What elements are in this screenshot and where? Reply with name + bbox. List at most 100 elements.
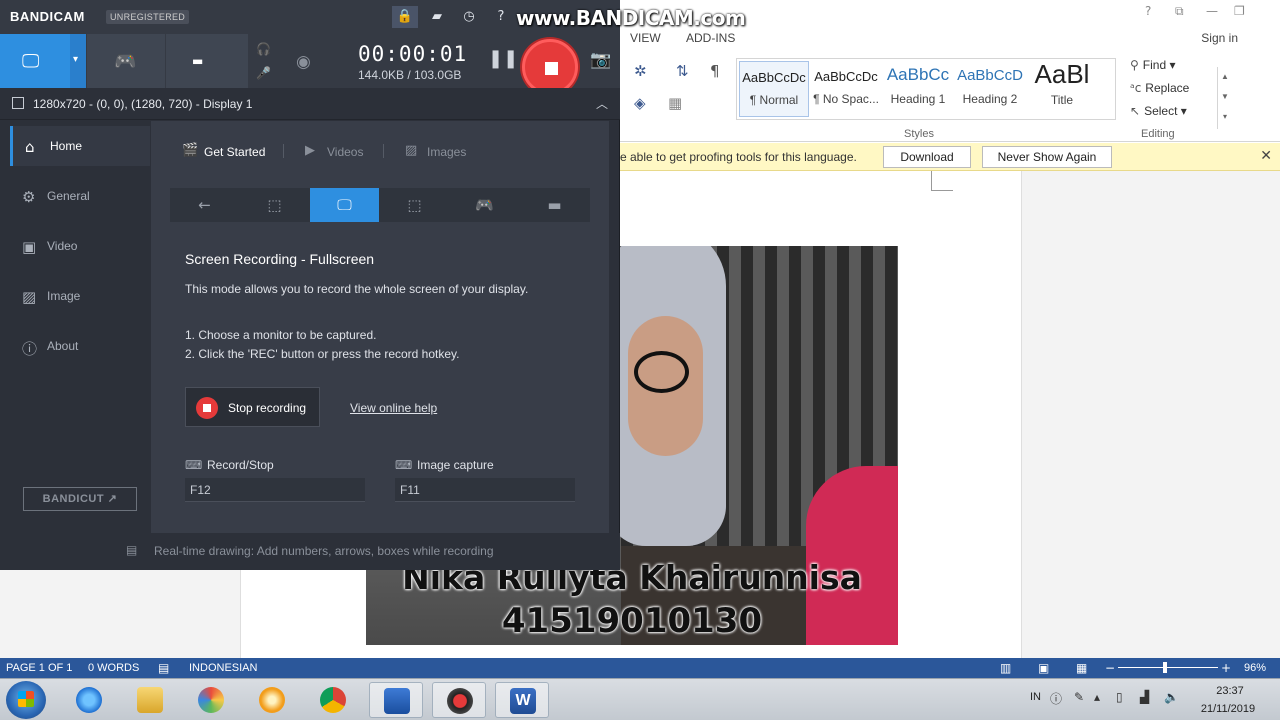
mode-game-button[interactable]: 🎮: [450, 188, 519, 222]
battery-icon[interactable]: ▯: [1116, 690, 1123, 704]
style-no-spacing[interactable]: AaBbCcDc ¶ No Spac...: [811, 61, 881, 117]
zoom-slider-thumb[interactable]: [1163, 662, 1167, 673]
unregistered-badge[interactable]: UNREGISTERED: [106, 10, 190, 24]
record-stop-button[interactable]: [522, 39, 578, 95]
sidebar-item-image[interactable]: ▨ Image: [10, 276, 150, 316]
sort-icon[interactable]: ⇅: [676, 62, 689, 80]
lock-icon[interactable]: 🔒: [392, 6, 418, 28]
word-count[interactable]: 0 WORDS: [88, 662, 139, 674]
mode-hdmi-button[interactable]: ▬: [520, 188, 589, 222]
borders-icon[interactable]: ▦: [668, 94, 682, 112]
webcam-icon[interactable]: ◉: [296, 52, 311, 72]
clock-date[interactable]: 21/11/2019: [1196, 703, 1260, 715]
shading-icon[interactable]: ◈: [634, 94, 646, 112]
zoom-slider[interactable]: [1118, 667, 1218, 668]
microphone-icon[interactable]: 🎤: [256, 66, 271, 80]
read-mode-icon[interactable]: ▥: [1000, 661, 1011, 675]
sidebar-item-general[interactable]: ⚙ General: [10, 176, 150, 216]
bandicam-toolbar: 🖵 ▾ 🎮 ▬ 🎧 🎤 ◉ 00:00:01 144.0KB / 103.0GB…: [0, 34, 620, 95]
clapper-icon: 🎬: [182, 143, 199, 158]
style-title[interactable]: AaBl Title: [1027, 59, 1097, 117]
pilcrow-icon[interactable]: ¶: [710, 62, 720, 80]
record-hotkey-field[interactable]: F12: [185, 478, 365, 502]
style-heading-1[interactable]: AaBbCc Heading 1: [883, 61, 953, 117]
mode-around-mouse-button[interactable]: ⬚: [380, 188, 449, 222]
pause-button[interactable]: ❚❚: [488, 48, 518, 69]
network-icon[interactable]: ▟: [1140, 690, 1149, 704]
pen-tray-icon[interactable]: ✎: [1074, 690, 1084, 704]
taskbar-settings[interactable]: [245, 682, 299, 718]
bandicam-titlebar[interactable]: BANDICAM UNREGISTERED 🔒 ▰ ◷ ? www.BANDIC…: [0, 0, 746, 34]
never-show-again-button[interactable]: Never Show Again: [982, 146, 1112, 168]
sidebar-item-home[interactable]: ⌂ Home: [10, 126, 150, 166]
zoom-in-icon[interactable]: +: [1221, 661, 1231, 675]
minimize-icon[interactable]: —: [1206, 4, 1218, 18]
gear-icon: ⚙: [22, 188, 36, 206]
zoom-out-icon[interactable]: −: [1105, 661, 1115, 675]
taskbar-chrome[interactable]: [306, 682, 360, 718]
taskbar-bandicam-shield[interactable]: [369, 682, 423, 718]
volume-icon[interactable]: 🔈: [1164, 690, 1179, 704]
mode-dropdown-button[interactable]: ▾: [70, 34, 86, 88]
record-icon: [447, 688, 473, 714]
keyboard-icon: ⌨: [395, 458, 413, 472]
tab-add-ins[interactable]: ADD-INS: [686, 31, 735, 45]
style-heading-2[interactable]: AaBbCcD Heading 2: [955, 61, 1025, 117]
game-mode-button[interactable]: 🎮: [87, 34, 165, 88]
hdmi-mode-button[interactable]: ▬: [166, 34, 248, 88]
help-icon[interactable]: ?: [1145, 4, 1151, 18]
taskbar-file-explorer[interactable]: [123, 682, 177, 718]
hdmi-icon: ▬: [192, 54, 204, 68]
clock-icon[interactable]: ◷: [456, 6, 482, 28]
web-layout-icon[interactable]: ▦: [1076, 661, 1087, 675]
paint-palette-icon: [198, 687, 224, 713]
find-button[interactable]: ⚲ Find ▾: [1130, 58, 1176, 72]
taskbar-word[interactable]: W: [495, 682, 549, 718]
mode-back-button[interactable]: ←: [170, 188, 239, 222]
webcam-overlay-icon[interactable]: 🎧: [256, 42, 271, 56]
vertical-scrollbar[interactable]: [1272, 171, 1280, 658]
sign-in-link[interactable]: Sign in: [1201, 31, 1238, 45]
bandicam-watermark: www.BANDICAM.com: [516, 6, 746, 30]
taskbar-paint[interactable]: [184, 682, 238, 718]
start-button[interactable]: [6, 681, 46, 719]
clock-time[interactable]: 23:37: [1200, 685, 1260, 697]
tray-language[interactable]: IN: [1030, 691, 1041, 703]
select-button[interactable]: ↖ Select ▾: [1130, 104, 1187, 118]
chevron-up-icon[interactable]: ︿: [596, 95, 608, 112]
zoom-level[interactable]: 96%: [1244, 662, 1266, 674]
close-icon[interactable]: ✕: [1260, 148, 1272, 164]
help-icon[interactable]: ?: [488, 6, 514, 28]
print-layout-icon[interactable]: ▣: [1038, 661, 1049, 675]
taskbar-internet-explorer[interactable]: [62, 682, 116, 718]
folder-icon[interactable]: ▰: [424, 6, 450, 28]
help-tray-icon[interactable]: ⓘ: [1050, 690, 1062, 707]
view-online-help-link[interactable]: View online help: [350, 401, 437, 415]
tab-view[interactable]: VIEW: [630, 31, 661, 45]
sidebar-item-about[interactable]: ⓘ About: [10, 326, 150, 366]
gallery-scroll-icon[interactable]: ▲ ▼ ▾: [1217, 67, 1232, 129]
maximize-icon[interactable]: ❐: [1234, 4, 1245, 18]
ribbon-display-icon[interactable]: ⧉: [1175, 4, 1184, 19]
mode-fullscreen-button[interactable]: 🖵: [310, 188, 379, 222]
style-normal[interactable]: AaBbCcDc ¶ Normal: [739, 61, 809, 117]
fullscreen-mode-button[interactable]: 🖵: [0, 34, 70, 88]
stop-recording-button[interactable]: Stop recording: [185, 387, 320, 427]
taskbar-bandicam[interactable]: [432, 682, 486, 718]
sidebar-item-video[interactable]: ▣ Video: [10, 226, 150, 266]
keyboard-icon: ⌨: [185, 458, 203, 472]
text-effects-icon[interactable]: ✲: [634, 62, 647, 80]
mode-rectangle-button[interactable]: ⬚: [240, 188, 309, 222]
info-icon: ⓘ: [22, 340, 38, 358]
proofing-icon[interactable]: ▤: [158, 661, 169, 675]
monitor-icon: 🖵: [337, 196, 352, 214]
language-indicator[interactable]: INDONESIAN: [189, 662, 257, 674]
download-button[interactable]: Download: [883, 146, 971, 168]
footer-tip-link[interactable]: Real-time drawing: Add numbers, arrows, …: [154, 544, 494, 558]
show-hidden-icons[interactable]: ▴: [1094, 690, 1100, 704]
image-hotkey-field[interactable]: F11: [395, 478, 575, 502]
replace-button[interactable]: ᵃc Replace: [1130, 81, 1189, 95]
camera-icon[interactable]: 📷: [590, 50, 611, 70]
page-count[interactable]: PAGE 1 OF 1: [6, 662, 72, 674]
bandicut-button[interactable]: BANDICUT ↗: [23, 487, 137, 511]
